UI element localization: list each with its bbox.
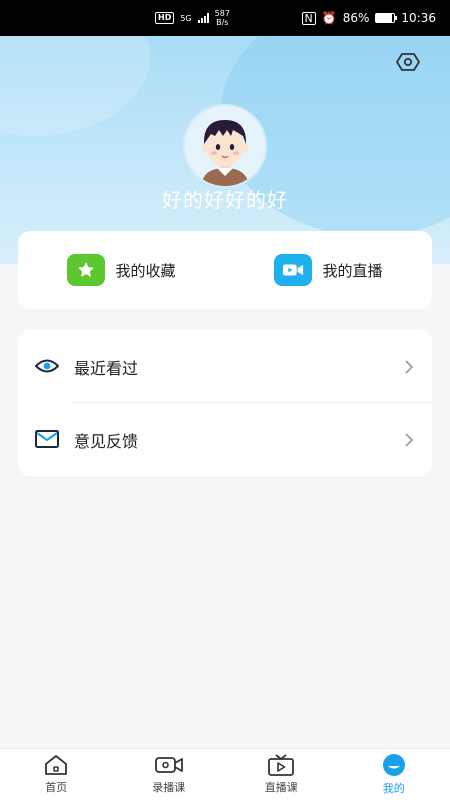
username: 好的好好的好 xyxy=(162,188,288,212)
chevron-right-icon xyxy=(405,359,414,374)
speed-value: 587 xyxy=(214,9,230,18)
bottom-nav: 首页 录播课 直播课 我的 xyxy=(0,748,450,800)
eye-icon xyxy=(35,359,59,373)
menu-item-label: 最近看过 xyxy=(74,358,139,378)
battery-percent: 86% xyxy=(342,11,370,25)
quick-actions-card: 我的收藏 我的直播 xyxy=(18,231,432,309)
tab-live[interactable]: 直播课 xyxy=(225,749,338,800)
status-bar: HD 5G 587 B/s N ⏰ 86% 10:36 xyxy=(0,0,450,36)
tab-mine[interactable]: 我的 xyxy=(338,749,450,800)
menu-item-label: 意见反馈 xyxy=(74,431,139,451)
my-live-button[interactable]: 我的直播 xyxy=(225,231,432,309)
nfc-icon: N xyxy=(301,11,316,25)
my-live-label: 我的直播 xyxy=(322,261,383,280)
alarm-icon: ⏰ xyxy=(321,11,337,25)
tab-label: 直播课 xyxy=(264,781,298,794)
signal-icon xyxy=(197,13,209,23)
speed-unit: B/s xyxy=(216,18,229,27)
hd-badge: HD xyxy=(155,12,175,24)
profile-header: 好的好好的好 xyxy=(0,36,450,264)
network-speed: 587 B/s xyxy=(215,9,230,27)
menu-item-feedback[interactable]: 意见反馈 xyxy=(18,403,432,476)
tab-label: 首页 xyxy=(45,781,68,794)
star-icon xyxy=(67,254,106,286)
tab-recorded[interactable]: 录播课 xyxy=(113,749,226,800)
video-record-icon xyxy=(154,757,183,773)
home-icon xyxy=(45,755,68,775)
profile-icon xyxy=(382,754,405,776)
menu-item-recently-viewed[interactable]: 最近看过 xyxy=(18,330,432,403)
tab-label: 录播课 xyxy=(152,781,186,794)
clock: 10:36 xyxy=(401,11,436,25)
my-favorites-label: 我的收藏 xyxy=(115,261,176,280)
network-type: 5G xyxy=(180,13,192,23)
avatar[interactable] xyxy=(183,104,267,188)
battery-icon xyxy=(375,13,398,23)
decor-bubble xyxy=(0,36,150,136)
chevron-right-icon xyxy=(405,432,414,447)
tv-play-icon xyxy=(268,754,295,776)
avatar-illustration xyxy=(185,106,265,186)
menu-card: 最近看过 意见反馈 xyxy=(18,330,432,476)
video-camera-icon xyxy=(274,254,313,286)
tab-label: 我的 xyxy=(382,782,405,795)
tab-home[interactable]: 首页 xyxy=(0,749,113,800)
my-favorites-button[interactable]: 我的收藏 xyxy=(18,231,225,309)
settings-hexagon-icon[interactable] xyxy=(396,50,420,74)
mail-icon xyxy=(35,430,59,448)
